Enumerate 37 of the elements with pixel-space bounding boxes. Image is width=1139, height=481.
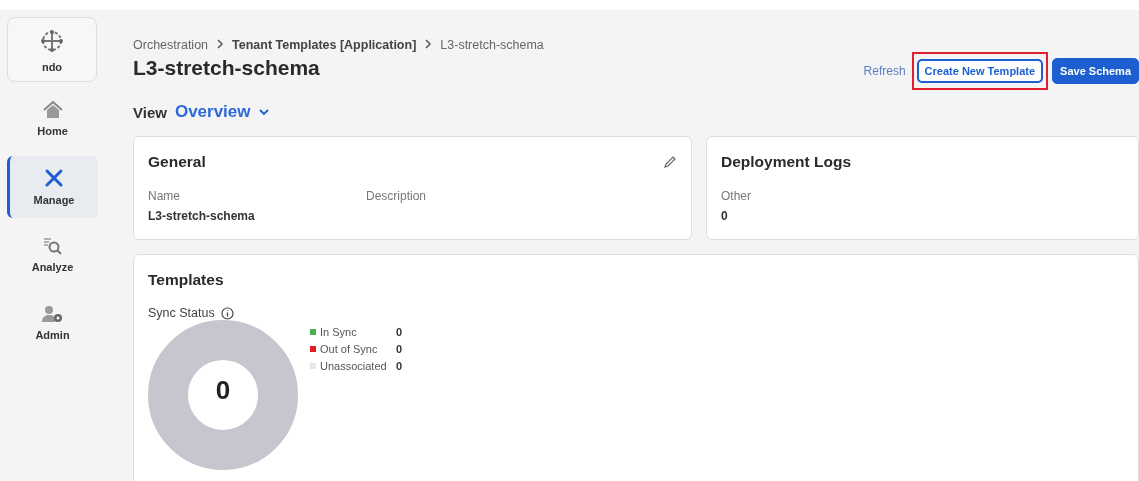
field-label: Other — [721, 189, 752, 203]
sync-status-label: Sync Status — [148, 306, 215, 320]
refresh-link[interactable]: Refresh — [861, 60, 908, 82]
info-icon[interactable] — [220, 306, 234, 320]
breadcrumb-link[interactable]: Orchestration — [133, 38, 209, 52]
create-template-button[interactable]: Create New Template — [916, 59, 1044, 83]
legend-label: Out of Sync — [320, 343, 379, 355]
breadcrumb-link[interactable]: L3-stretch-schema — [440, 38, 544, 52]
brand-name: ndo — [41, 60, 63, 73]
view-dropdown[interactable]: Overview — [174, 102, 269, 122]
nav-item[interactable]: Analyze — [7, 224, 98, 286]
field-label: Description — [366, 189, 428, 203]
field-value: L3-stretch-schema — [148, 209, 256, 223]
search-list-icon — [42, 237, 63, 255]
save-button[interactable]: Save Schema — [1052, 58, 1139, 84]
field-value: 0 — [721, 209, 729, 223]
legend-value: 0 — [396, 343, 403, 355]
breadcrumb-link[interactable]: Tenant Templates [Application] — [232, 38, 417, 52]
view-label: View — [133, 103, 167, 121]
nav-item[interactable]: Admin — [7, 292, 98, 354]
card-title: Deployment Logs — [721, 153, 852, 171]
brand-tile[interactable]: ndo — [7, 17, 97, 82]
legend-value: 0 — [396, 360, 403, 372]
nav-item[interactable]: Manage — [7, 156, 98, 218]
page-title: L3-stretch-schema — [133, 56, 321, 80]
card-title: Templates — [148, 271, 225, 289]
legend-value: 0 — [396, 326, 403, 338]
home-icon — [42, 101, 63, 119]
legend-label: In Sync — [320, 326, 358, 338]
total-count: 0 — [214, 375, 232, 406]
caret-icon — [258, 108, 269, 116]
legend-label: Unassociated — [320, 360, 388, 372]
nav-item[interactable]: Home — [7, 88, 98, 150]
pencil-icon[interactable] — [663, 155, 677, 169]
card-title: General — [148, 153, 206, 171]
field-label: Name — [148, 189, 181, 203]
user-gear-icon — [41, 305, 64, 323]
